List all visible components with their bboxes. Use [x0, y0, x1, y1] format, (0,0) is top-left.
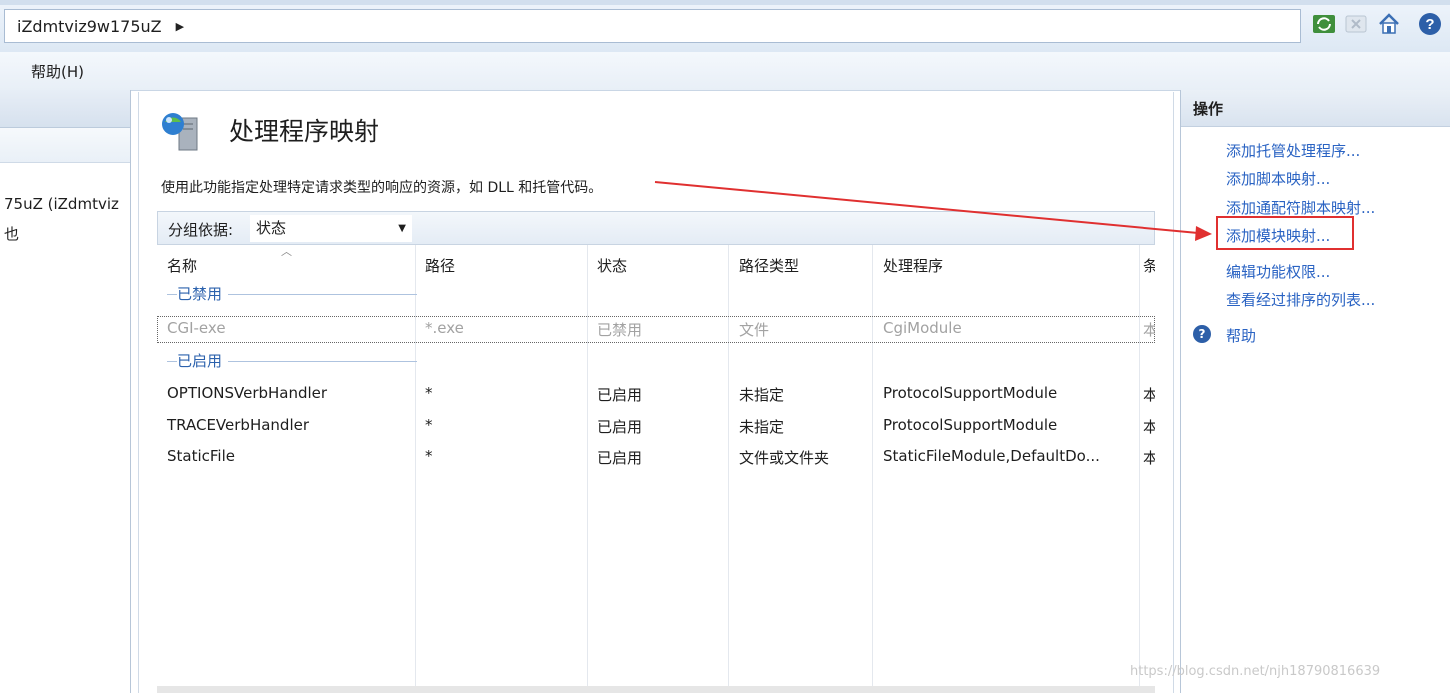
svg-text:?: ?: [1425, 16, 1434, 33]
cell-state[interactable]: 已禁用: [597, 319, 642, 340]
window-top-edge: [0, 0, 1450, 5]
group-by-value[interactable]: 状态: [256, 219, 286, 237]
menu-bar: 帮助(H): [0, 52, 1450, 91]
connections-toolbar: [0, 128, 130, 163]
tree-node-child[interactable]: 也: [4, 223, 19, 244]
refresh-icon[interactable]: [1312, 12, 1336, 36]
cell-entry-type[interactable]: 本: [1143, 416, 1155, 437]
page-title: 处理程序映射: [229, 117, 380, 146]
tree-node-server[interactable]: 75uZ (iZdmtviz: [4, 195, 119, 213]
cell-handler[interactable]: ProtocolSupportModule: [883, 416, 1057, 434]
actions-header: 操作: [1181, 90, 1450, 127]
watermark: https://blog.csdn.net/njh18790816639: [1130, 664, 1381, 679]
selected-row-focus: [157, 316, 1155, 343]
cell-handler[interactable]: ProtocolSupportModule: [883, 384, 1057, 402]
feature-description: 使用此功能指定处理特定请求类型的响应的资源，如 DLL 和托管代码。: [161, 180, 603, 196]
cell-name[interactable]: TRACEVerbHandler: [167, 416, 309, 434]
cell-state[interactable]: 已启用: [597, 447, 642, 468]
column-header-entry-type[interactable]: 条: [1143, 255, 1155, 276]
column-header-state[interactable]: 状态: [597, 255, 627, 276]
horizontal-scrollbar[interactable]: [157, 686, 1155, 693]
column-header-name[interactable]: 名称: [167, 255, 197, 276]
group-label-enabled[interactable]: 已启用: [177, 350, 229, 371]
connections-header: [0, 90, 130, 128]
menu-help[interactable]: 帮助(H): [31, 61, 84, 82]
cell-entry-type[interactable]: 本: [1143, 319, 1155, 340]
actions-pane: 操作 添加托管处理程序... 添加脚本映射... 添加通配符脚本映射... 添加…: [1180, 90, 1450, 693]
help-icon[interactable]: ?: [1193, 325, 1211, 343]
help-icon[interactable]: ?: [1418, 12, 1442, 36]
action-view-ordered-list[interactable]: 查看经过排序的列表...: [1226, 289, 1375, 310]
column-header-path-type[interactable]: 路径类型: [739, 255, 799, 276]
cell-state[interactable]: 已启用: [597, 384, 642, 405]
handler-mappings-icon: [162, 113, 198, 151]
connections-pane: 75uZ (iZdmtviz 也: [0, 90, 131, 693]
cell-path[interactable]: *: [425, 416, 433, 434]
breadcrumb-arrow-icon[interactable]: ▶: [176, 20, 184, 33]
feature-pane: 处理程序映射 使用此功能指定处理特定请求类型的响应的资源，如 DLL 和托管代码…: [138, 92, 1174, 693]
cell-entry-type[interactable]: 本: [1143, 384, 1155, 405]
highlight-box: [1216, 216, 1354, 250]
action-help[interactable]: 帮助: [1226, 325, 1256, 346]
action-edit-feature-permissions[interactable]: 编辑功能权限...: [1226, 261, 1330, 282]
cell-handler[interactable]: CgiModule: [883, 319, 962, 337]
column-divider: [728, 245, 729, 693]
cell-path-type[interactable]: 文件: [739, 319, 769, 340]
dropdown-arrow-icon[interactable]: ▼: [398, 215, 406, 242]
column-divider: [872, 245, 873, 693]
cell-path[interactable]: *: [425, 447, 433, 465]
action-add-script-map[interactable]: 添加脚本映射...: [1226, 168, 1330, 189]
group-by-select[interactable]: 状态 ▼: [250, 215, 412, 242]
cell-name[interactable]: StaticFile: [167, 447, 235, 465]
group-label-disabled[interactable]: 已禁用: [177, 283, 229, 304]
home-icon[interactable]: [1377, 12, 1401, 36]
cell-name[interactable]: CGI-exe: [167, 319, 226, 337]
cell-entry-type[interactable]: 本: [1143, 447, 1155, 468]
cell-name[interactable]: OPTIONSVerbHandler: [167, 384, 327, 402]
cell-path[interactable]: *.exe: [425, 319, 464, 337]
handler-mappings-grid: 名称 ︿ 路径 状态 路径类型 处理程序 条 已禁用 CGI-exe *.exe…: [157, 245, 1155, 693]
cell-state[interactable]: 已启用: [597, 416, 642, 437]
address-field[interactable]: iZdmtviz9w175uZ ▶: [4, 9, 1301, 43]
group-by-bar: 分组依据: 状态 ▼: [157, 211, 1155, 245]
cell-path-type[interactable]: 未指定: [739, 384, 784, 405]
address-bar: iZdmtviz9w175uZ ▶ ?: [0, 0, 1450, 52]
action-add-managed-handler[interactable]: 添加托管处理程序...: [1226, 140, 1360, 161]
stop-icon[interactable]: [1344, 12, 1368, 36]
sort-ascending-icon: ︿: [281, 245, 292, 258]
column-divider: [1139, 245, 1140, 693]
action-add-wildcard-script-map[interactable]: 添加通配符脚本映射...: [1226, 197, 1375, 218]
column-header-handler[interactable]: 处理程序: [883, 255, 943, 276]
cell-handler[interactable]: StaticFileModule,DefaultDo...: [883, 447, 1100, 465]
address-path[interactable]: iZdmtviz9w175uZ: [17, 17, 162, 36]
group-by-label: 分组依据:: [168, 221, 234, 239]
cell-path-type[interactable]: 文件或文件夹: [739, 447, 829, 468]
column-divider: [587, 245, 588, 693]
actions-title: 操作: [1193, 100, 1224, 118]
cell-path-type[interactable]: 未指定: [739, 416, 784, 437]
column-divider: [415, 245, 416, 693]
column-header-path[interactable]: 路径: [425, 255, 455, 276]
cell-path[interactable]: *: [425, 384, 433, 402]
